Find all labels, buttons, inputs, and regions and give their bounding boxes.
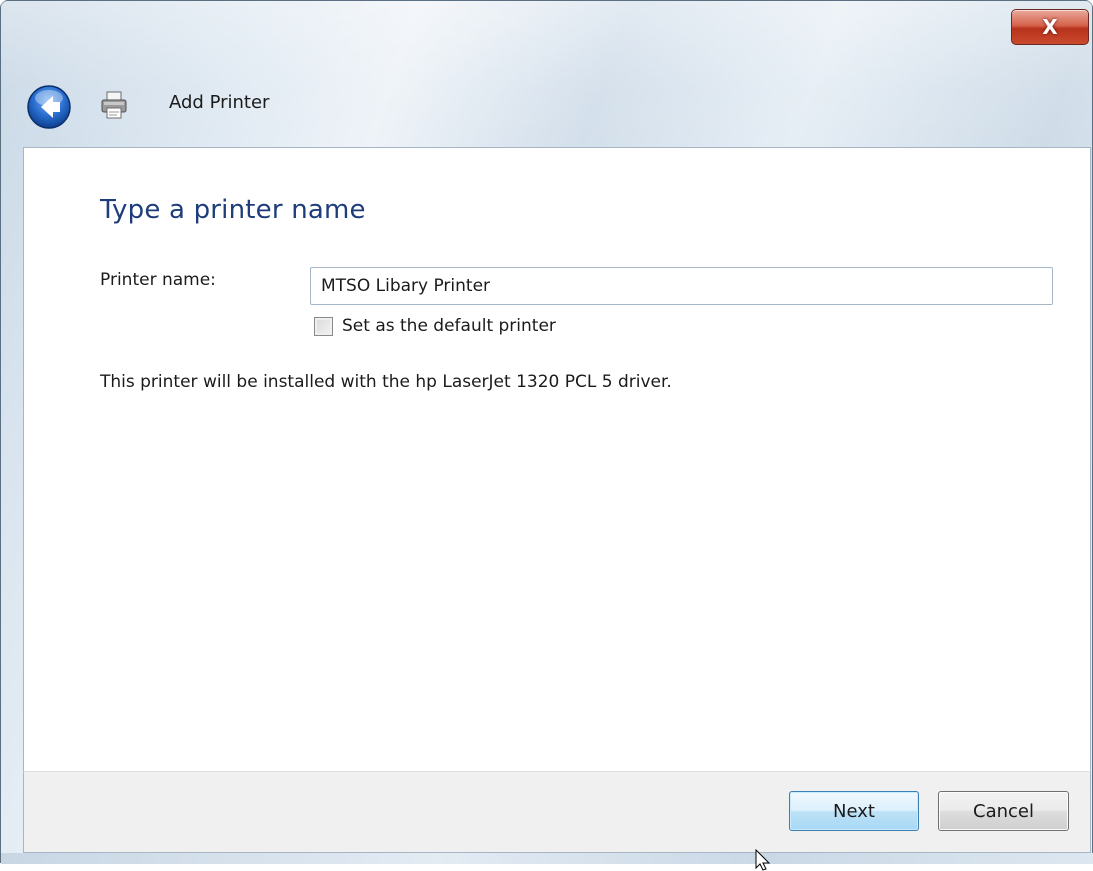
printer-name-input[interactable] bbox=[310, 267, 1053, 305]
driver-info-text: This printer will be installed with the … bbox=[100, 372, 672, 392]
printer-icon bbox=[101, 91, 127, 119]
default-printer-checkbox-label[interactable]: Set as the default printer bbox=[342, 316, 556, 336]
printer-name-label: Printer name: bbox=[100, 270, 216, 290]
default-printer-checkbox[interactable] bbox=[314, 317, 333, 336]
cancel-button[interactable]: Cancel bbox=[938, 791, 1069, 831]
mouse-cursor-icon bbox=[755, 849, 771, 871]
title-bar-glass bbox=[1, 1, 1092, 147]
page-heading: Type a printer name bbox=[100, 195, 366, 225]
wizard-title: Add Printer bbox=[169, 92, 270, 113]
window-bottom-frame bbox=[1, 853, 1093, 864]
close-icon: X bbox=[1042, 15, 1058, 39]
add-printer-window: X Add Printer Type a printer name Printe… bbox=[0, 0, 1093, 864]
close-button[interactable]: X bbox=[1011, 9, 1089, 45]
wizard-content: Type a printer name Printer name: Set as… bbox=[23, 147, 1091, 771]
next-button[interactable]: Next bbox=[789, 791, 919, 831]
wizard-footer: Next Cancel bbox=[23, 771, 1091, 853]
back-button[interactable] bbox=[26, 84, 72, 130]
